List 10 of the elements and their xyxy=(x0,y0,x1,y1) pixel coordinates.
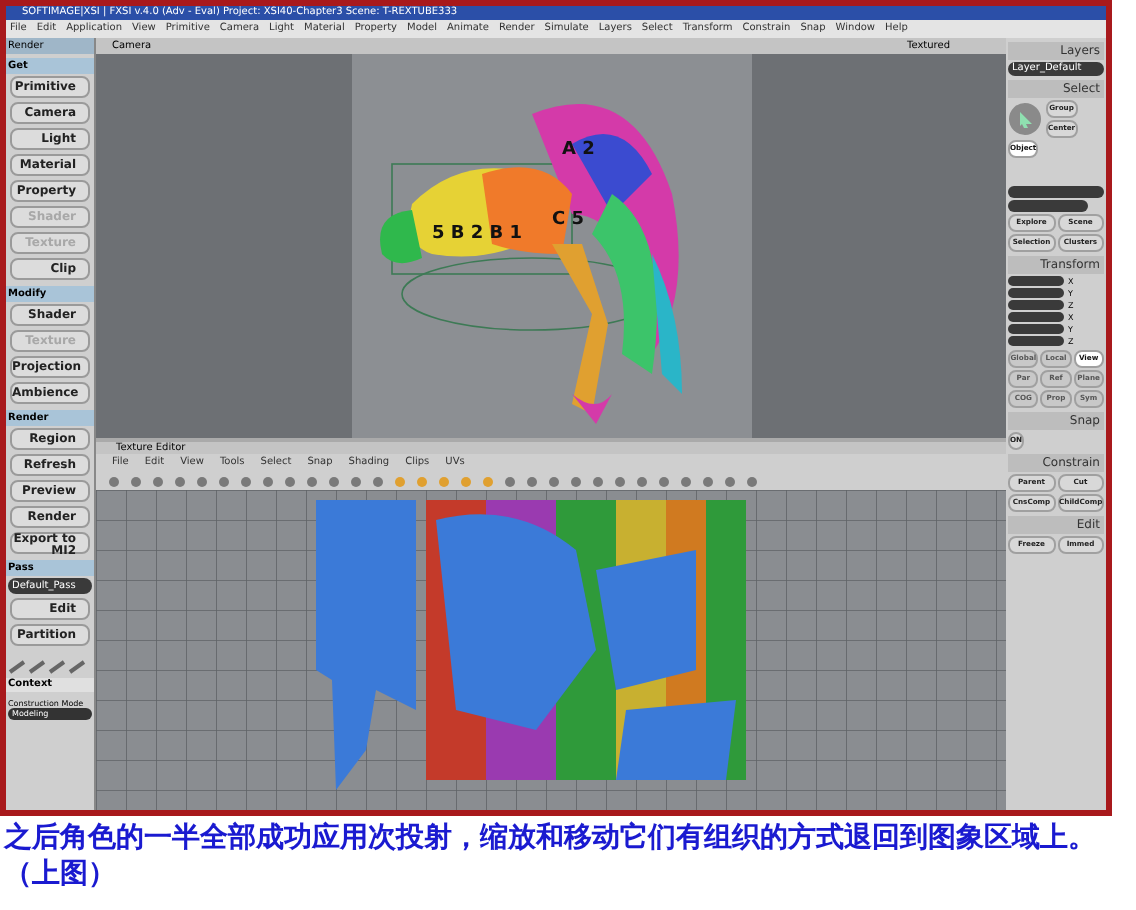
value-field[interactable] xyxy=(1008,336,1064,346)
value-field[interactable] xyxy=(1008,312,1064,322)
value-field[interactable] xyxy=(1008,288,1064,298)
textured-dinosaur-drawing: 5 B 2 B 1 A 2 C 5 xyxy=(371,74,741,434)
value-field[interactable] xyxy=(1008,276,1064,286)
path-field[interactable] xyxy=(1008,200,1088,212)
value-field[interactable] xyxy=(1008,324,1064,334)
name-field[interactable] xyxy=(1008,186,1104,198)
caption: 之后角色的一半全部成功应用次投射，缩放和移动它们有组织的方式退回到图象区域上。（上图） xyxy=(1,819,1098,892)
value-field[interactable] xyxy=(1008,300,1064,310)
